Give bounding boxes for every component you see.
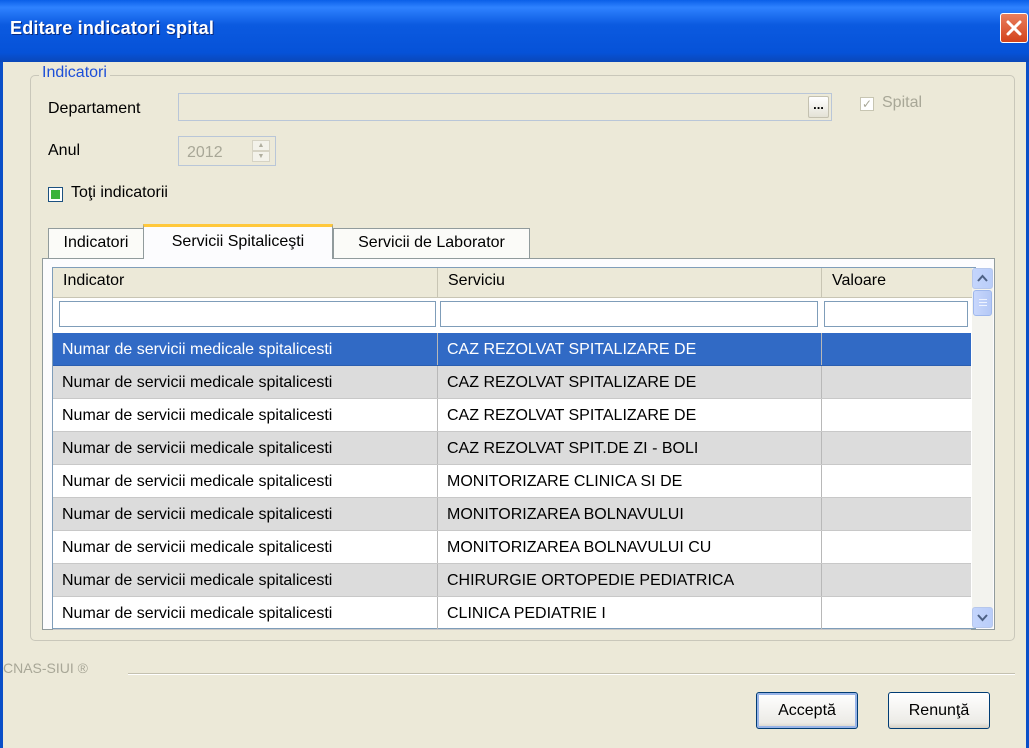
toti-indicatorii-checkbox[interactable] <box>48 187 63 202</box>
table-cell: Numar de servicii medicale spitalicesti <box>53 333 438 365</box>
close-icon <box>1006 20 1022 36</box>
column-header-indicator[interactable]: Indicator <box>53 268 438 298</box>
column-header-serviciu[interactable]: Serviciu <box>438 268 822 298</box>
table-row[interactable]: Numar de servicii medicale spitalicesti C… <box>53 597 971 630</box>
table-row[interactable]: Numar de servicii medicale spitalicesti C… <box>53 366 971 399</box>
departament-label: Departament <box>48 100 141 117</box>
table-cell <box>822 498 971 530</box>
table-cell: MONITORIZAREA BOLNAVULUI CU <box>438 531 822 563</box>
vertical-scrollbar[interactable] <box>972 268 993 628</box>
table-cell: CLINICA PEDIATRIE I <box>438 597 822 629</box>
column-header-valoare[interactable]: Valoare <box>822 268 972 298</box>
table-cell <box>822 333 971 365</box>
table-row[interactable]: Numar de servicii medicale spitalicesti C… <box>53 432 971 465</box>
accept-button[interactable]: Acceptă <box>756 692 858 729</box>
anul-spinner-buttons[interactable]: ▲ ▼ <box>252 140 270 162</box>
table-row[interactable]: Numar de servicii medicale spitalicesti M… <box>53 498 971 531</box>
table-cell: MONITORIZAREA BOLNAVULUI <box>438 498 822 530</box>
title-bar[interactable]: Editare indicatori spital <box>0 0 1029 62</box>
table-row[interactable]: Numar de servicii medicale spitalicesti M… <box>53 465 971 498</box>
scroll-thumb[interactable] <box>973 290 992 316</box>
table-cell: Numar de servicii medicale spitalicesti <box>53 498 438 530</box>
table-cell <box>822 432 971 464</box>
table-cell: CHIRURGIE ORTOPEDIE PEDIATRICA <box>438 564 822 596</box>
tab-indicatori[interactable]: Indicatori <box>48 228 144 258</box>
table-cell <box>822 597 971 629</box>
toti-indicatorii-label: Toţi indicatorii <box>71 184 168 201</box>
tab-servicii-de-laborator[interactable]: Servicii de Laborator <box>333 228 530 258</box>
table-cell <box>822 366 971 398</box>
chevron-down-icon <box>977 614 988 622</box>
anul-label: Anul <box>48 142 81 159</box>
filter-valoare-input[interactable] <box>824 301 968 327</box>
table-row[interactable]: Numar de servicii medicale spitalicesti C… <box>53 399 971 432</box>
filter-serviciu-input[interactable] <box>440 301 818 327</box>
table-cell <box>822 399 971 431</box>
table-cell: Numar de servicii medicale spitalicesti <box>53 432 438 464</box>
table-cell: CAZ REZOLVAT SPITALIZARE DE <box>438 399 822 431</box>
spin-up-icon[interactable]: ▲ <box>252 140 270 151</box>
table-cell: Numar de servicii medicale spitalicesti <box>53 465 438 497</box>
table-cell: Numar de servicii medicale spitalicesti <box>53 597 438 629</box>
spital-label: Spital <box>882 94 923 111</box>
table-row[interactable]: Numar de servicii medicale spitalicesti M… <box>53 531 971 564</box>
cnas-brand: CNAS-SIUI ® <box>3 660 88 676</box>
table-cell <box>822 531 971 563</box>
table-cell <box>822 564 971 596</box>
table-cell: CAZ REZOLVAT SPITALIZARE DE <box>438 333 822 365</box>
table-cell: Numar de servicii medicale spitalicesti <box>53 531 438 563</box>
table-row[interactable]: Numar de servicii medicale spitalicesti C… <box>53 333 971 366</box>
close-button[interactable] <box>1000 13 1028 43</box>
departament-field[interactable] <box>178 93 832 121</box>
table-cell: Numar de servicii medicale spitalicesti <box>53 399 438 431</box>
window-title: Editare indicatori spital <box>10 18 215 38</box>
table-cell: Numar de servicii medicale spitalicesti <box>53 366 438 398</box>
spin-down-icon[interactable]: ▼ <box>252 151 270 162</box>
group-legend: Indicatori <box>39 64 110 82</box>
footer-divider <box>128 673 1015 675</box>
filter-indicator-input[interactable] <box>59 301 436 327</box>
cancel-button[interactable]: Renunţă <box>888 692 990 729</box>
table-cell: CAZ REZOLVAT SPIT.DE ZI - BOLI <box>438 432 822 464</box>
table-cell: MONITORIZARE CLINICA SI DE <box>438 465 822 497</box>
checkbox-indeterminate-icon <box>51 190 60 199</box>
tab-servicii-spitalicesti[interactable]: Servicii Spitaliceşti <box>143 224 333 259</box>
table-cell <box>822 465 971 497</box>
table-cell: CAZ REZOLVAT SPITALIZARE DE <box>438 366 822 398</box>
browse-departament-button[interactable]: ... <box>808 96 829 118</box>
chevron-up-icon <box>977 274 988 282</box>
table-row[interactable]: Numar de servicii medicale spitalicesti C… <box>53 564 971 597</box>
scroll-down-button[interactable] <box>972 607 993 628</box>
spital-checkbox[interactable]: ✓ <box>860 97 874 111</box>
scroll-up-button[interactable] <box>972 268 993 289</box>
table-cell: Numar de servicii medicale spitalicesti <box>53 564 438 596</box>
